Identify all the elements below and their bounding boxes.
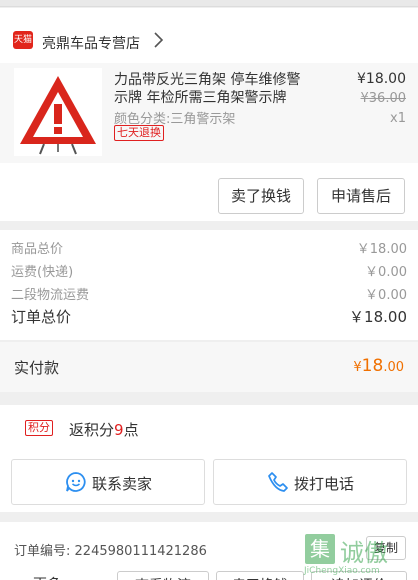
order-number-label: 订单编号: — [14, 544, 71, 559]
chat-smile-icon — [66, 472, 86, 492]
site-watermark: 集 诚傲 JiChengXiao.com — [300, 530, 418, 580]
product-thumbnail[interactable] — [14, 68, 102, 156]
paid-value: ¥18.00 — [353, 356, 404, 376]
sell-exchange-button[interactable]: 卖了换钱 — [218, 178, 304, 214]
second-logistics-value: ￥0.00 — [365, 288, 407, 303]
watermark-url: JiChengXiao.com — [304, 566, 380, 576]
chevron-right-icon[interactable] — [149, 30, 169, 50]
order-number-value: 2245980111421286 — [74, 544, 207, 559]
second-logistics-row: 二段物流运费 ￥0.00 — [11, 284, 407, 304]
paid-label: 实付款 — [14, 359, 60, 377]
goods-total-row: 商品总价 ￥18.00 — [11, 238, 407, 258]
product-title[interactable]: 力品带反光三角架 停车维修警示牌 年检所需三角架警示牌（盒 — [114, 71, 314, 107]
shipping-value: ￥0.00 — [365, 265, 407, 280]
paid-amount-row: 实付款 ¥18.00 — [0, 342, 418, 392]
call-phone-label: 拨打电话 — [294, 475, 355, 493]
points-text: 返积分9点 — [69, 419, 139, 440]
apply-aftersale-button[interactable]: 申请售后 — [317, 178, 405, 214]
fee-summary: 商品总价 ￥18.00 运费(快递) ￥0.00 二段物流运费 ￥0.00 订单… — [0, 230, 418, 340]
watermark-logo-icon: 集 — [305, 534, 335, 564]
call-phone-button[interactable]: 拨打电话 — [213, 459, 407, 505]
paid-decimal: .00 — [383, 360, 404, 375]
resell-button[interactable]: 卖了换钱 — [216, 571, 304, 580]
product-original-price: ¥36.00 — [360, 91, 407, 106]
warning-triangle-icon — [20, 76, 96, 155]
watermark-text: 诚傲 — [340, 539, 388, 567]
view-logistics-button[interactable]: 查看物流 — [117, 571, 209, 580]
points-row: 积分 返积分9点 — [0, 405, 418, 453]
points-prefix: 返积分 — [69, 421, 115, 439]
points-suffix: 点 — [123, 421, 139, 439]
goods-total-value: ￥18.00 — [356, 242, 407, 257]
contact-row: 联系卖家 拨打电话 — [0, 452, 418, 512]
points-count: 9 — [114, 421, 124, 439]
shipping-row: 运费(快递) ￥0.00 — [11, 261, 407, 281]
shop-header[interactable]: 天猫 亮鼎车品专营店 — [0, 26, 418, 56]
top-strip — [0, 0, 418, 7]
second-logistics-label: 二段物流运费 — [11, 288, 90, 303]
points-badge: 积分 — [25, 420, 53, 436]
shop-name[interactable]: 亮鼎车品专营店 — [42, 33, 140, 53]
contact-seller-button[interactable]: 联系卖家 — [11, 459, 205, 505]
more-button[interactable]: 更多 — [33, 571, 93, 580]
paid-integer: 18 — [361, 356, 384, 376]
shipping-label: 运费(快递) — [11, 265, 74, 280]
paid-currency: ¥ — [353, 360, 362, 375]
order-total-value: ￥18.00 — [349, 308, 407, 326]
order-total-label: 订单总价 — [11, 308, 72, 326]
order-number: 订单编号: 2245980111421286 — [14, 540, 207, 559]
contact-seller-label: 联系卖家 — [92, 475, 153, 493]
product-price: ¥18.00 — [357, 71, 406, 87]
order-total-row: 订单总价 ￥18.00 — [11, 306, 407, 326]
tmall-logo-icon: 天猫 — [13, 31, 33, 49]
product-row[interactable]: 力品带反光三角架 停车维修警示牌 年检所需三角架警示牌（盒 颜色分类:三角警示架… — [0, 63, 418, 163]
product-quantity: x1 — [390, 111, 406, 126]
phone-icon — [268, 472, 288, 492]
seven-day-return-badge: 七天退换 — [114, 125, 164, 141]
goods-total-label: 商品总价 — [11, 242, 64, 257]
